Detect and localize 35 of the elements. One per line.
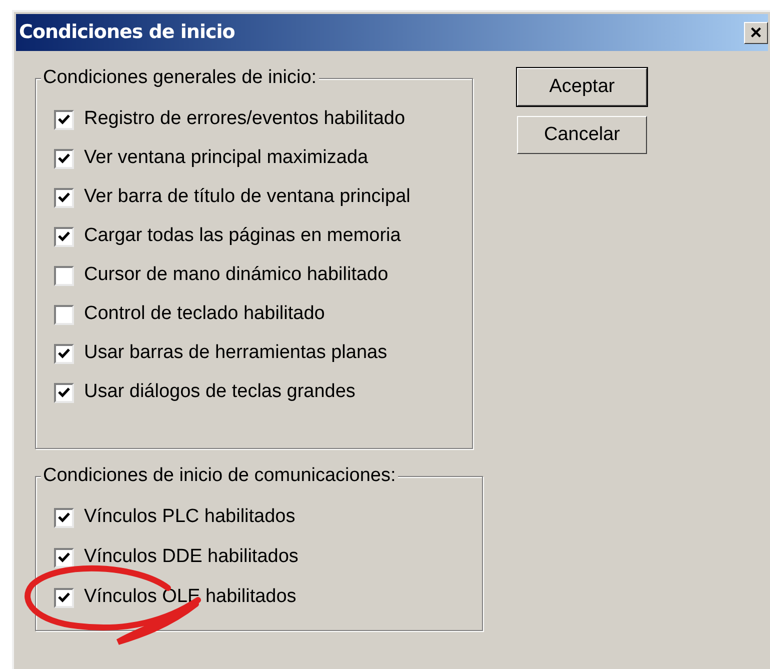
checkmark-icon: [58, 512, 70, 523]
checkmark-icon: [58, 552, 70, 563]
dialog-button[interactable]: Aceptar: [517, 68, 647, 106]
checkbox-label[interactable]: Usar barras de herramientas planas: [84, 339, 388, 368]
checkbox-label[interactable]: Vínculos PLC habilitados: [84, 503, 296, 532]
checkbox-label[interactable]: Ver barra de título de ventana principal: [84, 183, 410, 212]
checkbox-label[interactable]: Usar diálogos de teclas grandes: [84, 378, 356, 407]
checkbox[interactable]: [54, 266, 74, 286]
checkbox[interactable]: [54, 508, 74, 528]
checkbox[interactable]: [54, 226, 74, 246]
checkbox[interactable]: [54, 304, 74, 324]
checkmark-icon: [58, 192, 70, 203]
checkbox[interactable]: [54, 344, 74, 364]
checkbox-label[interactable]: Ver ventana principal maximizada: [84, 144, 368, 173]
checkmark-icon: [58, 231, 70, 242]
checkbox-label[interactable]: Cargar todas las páginas en memoria: [84, 222, 401, 251]
dialog-button[interactable]: Cancelar: [517, 116, 647, 154]
checkmark-icon: [58, 592, 70, 603]
checkbox-label[interactable]: Control de teclado habilitado: [84, 300, 325, 329]
checkmark-icon: [58, 114, 70, 125]
checkbox[interactable]: [54, 188, 74, 208]
close-button[interactable]: ×: [744, 22, 768, 44]
checkbox[interactable]: [54, 148, 74, 168]
checkbox[interactable]: [54, 382, 74, 402]
checkbox-label[interactable]: Registro de errores/eventos habilitado: [84, 105, 406, 134]
checkmark-icon: [58, 153, 70, 164]
group-label: Condiciones generales de inicio:: [41, 66, 319, 90]
checkbox[interactable]: [54, 548, 74, 568]
checkmark-icon: [58, 348, 70, 359]
checkbox-label[interactable]: Cursor de mano dinámico habilitado: [84, 261, 388, 290]
checkbox[interactable]: [54, 110, 74, 130]
checkmark-icon: [58, 387, 70, 398]
checkbox[interactable]: [54, 588, 74, 608]
checkbox-label[interactable]: Vínculos DDE habilitados: [84, 543, 298, 572]
window-title: Condiciones de inicio: [19, 20, 235, 46]
